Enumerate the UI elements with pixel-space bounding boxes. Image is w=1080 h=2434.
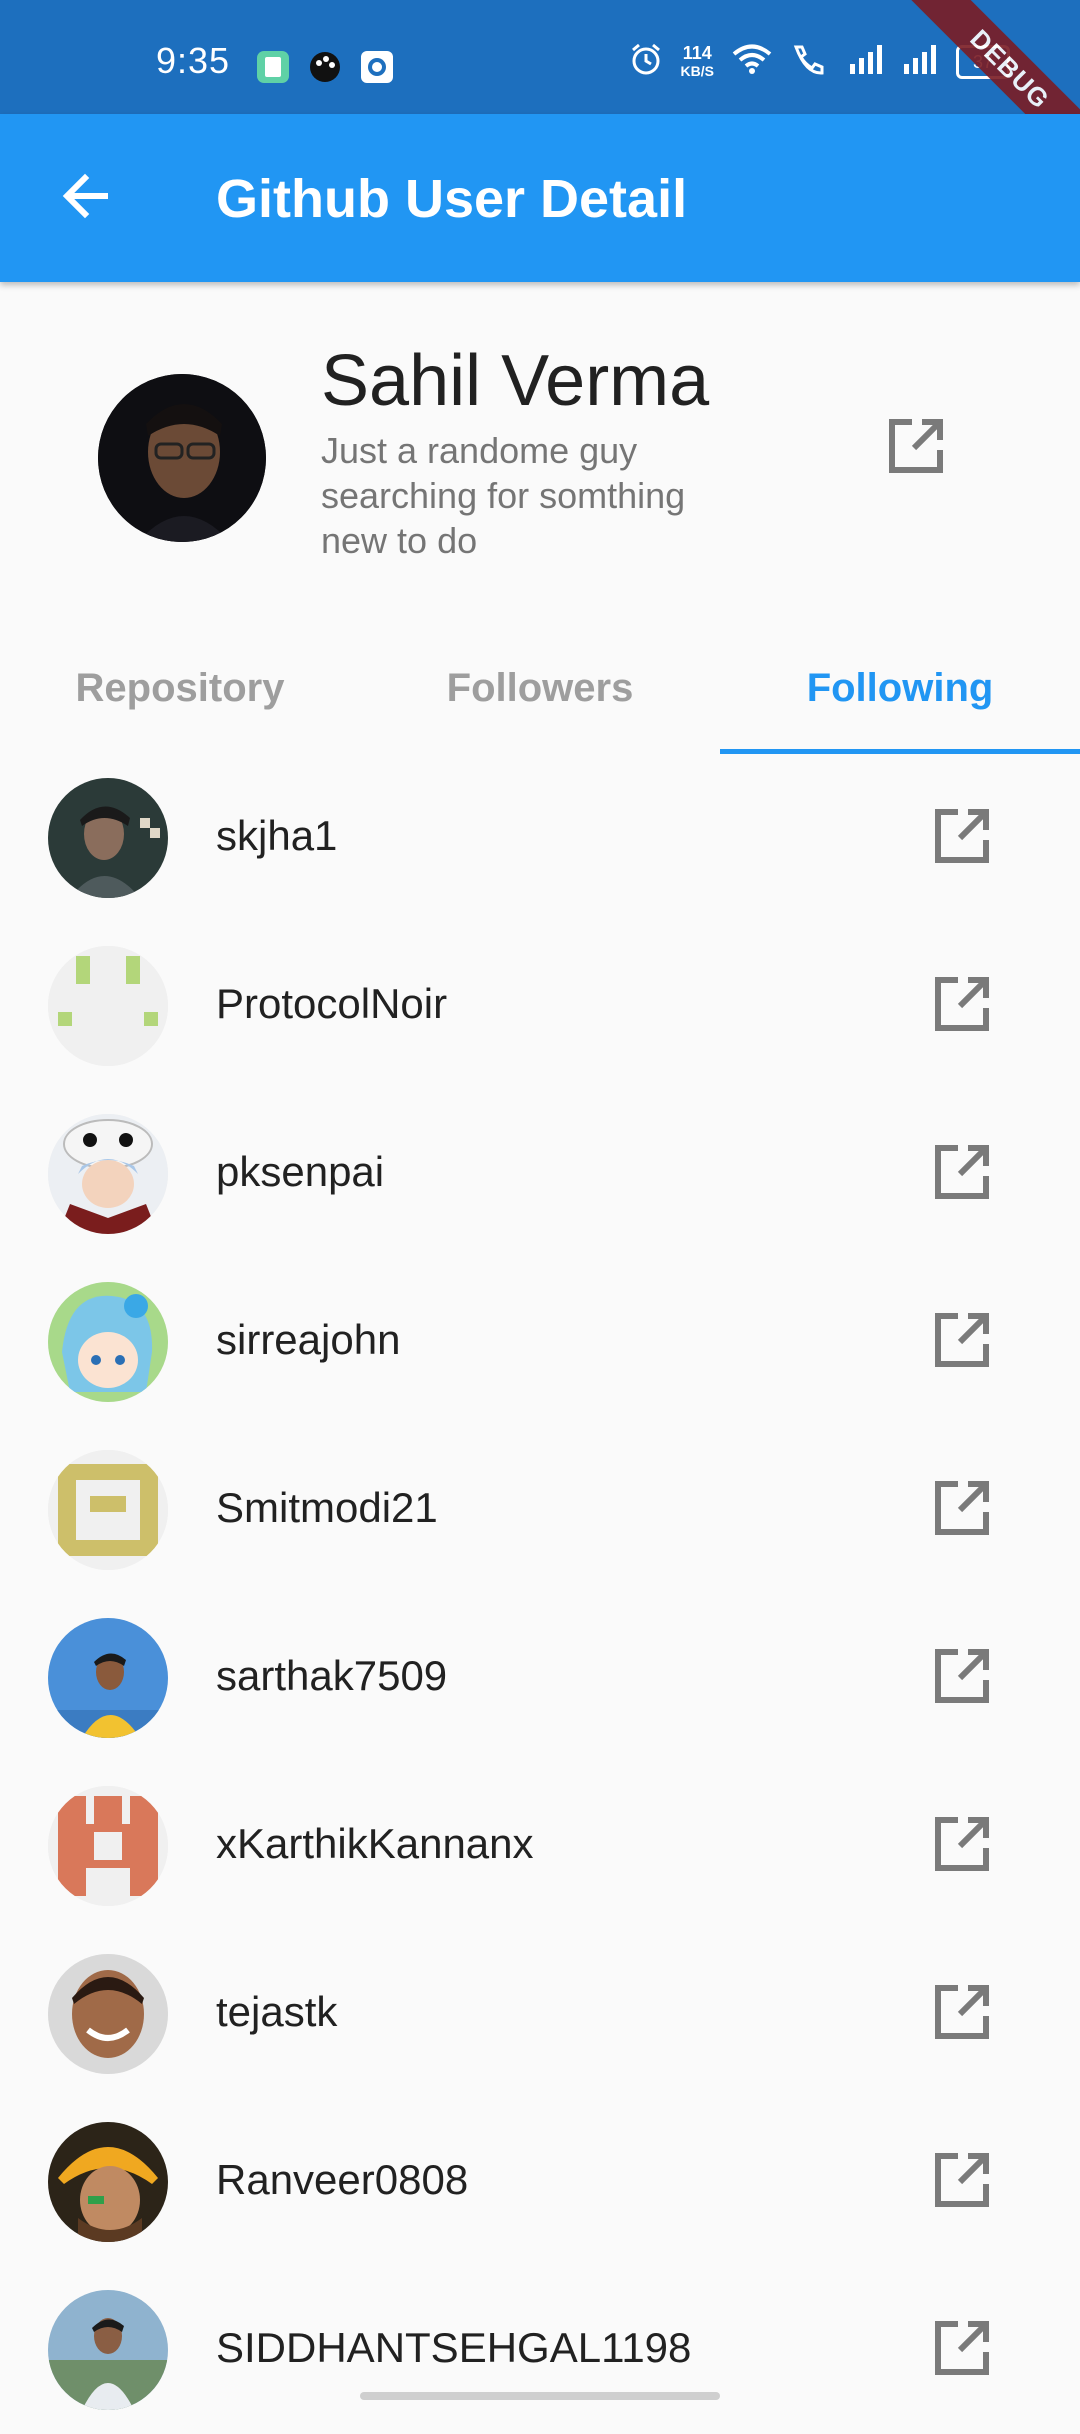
- tab-bar: Repository Followers Following: [0, 622, 1080, 754]
- open-in-new-icon: [932, 2150, 992, 2215]
- username: ProtocolNoir: [216, 980, 448, 1027]
- open-in-new-icon: [932, 1142, 992, 1207]
- avatar: [48, 1450, 168, 1570]
- profile-header: Sahil Verma Just a randome guy searching…: [0, 282, 1080, 602]
- list-item[interactable]: SIDDHANTSEHGAL1198: [0, 2266, 1080, 2434]
- username: pksenpai: [216, 1148, 385, 1195]
- open-profile-button[interactable]: [924, 1472, 1000, 1548]
- list-item[interactable]: Smitmodi21: [0, 1426, 1080, 1594]
- network-speed-unit: KB/S: [680, 62, 714, 79]
- username: sirreajohn: [216, 1316, 401, 1363]
- open-profile-button[interactable]: [924, 2144, 1000, 2220]
- profile-avatar: [98, 374, 266, 542]
- avatar: [48, 1954, 168, 2074]
- back-button[interactable]: [40, 158, 130, 238]
- avatar: [48, 946, 168, 1066]
- arrow-back-icon: [59, 170, 111, 227]
- open-in-new-icon: [932, 974, 992, 1039]
- call-signal-icon: [790, 43, 830, 80]
- open-profile-button[interactable]: [924, 2312, 1000, 2388]
- calculator-app-icon: [256, 50, 290, 84]
- list-item[interactable]: pksenpai: [0, 1090, 1080, 1258]
- open-in-new-icon: [932, 1646, 992, 1711]
- profile-bio: Just a randome guy searching for somthin…: [321, 430, 686, 561]
- open-profile-button[interactable]: [924, 800, 1000, 876]
- username: tejastk: [216, 1988, 338, 2035]
- alarm-icon: [629, 42, 663, 81]
- list-item[interactable]: sarthak7509: [0, 1594, 1080, 1762]
- tab-repository[interactable]: Repository: [0, 622, 360, 754]
- open-profile-button[interactable]: [924, 1136, 1000, 1212]
- list-item[interactable]: xKarthikKannanx: [0, 1762, 1080, 1930]
- open-profile-button[interactable]: [924, 1640, 1000, 1716]
- username: Smitmodi21: [216, 1484, 438, 1531]
- status-app-icons: [256, 50, 394, 84]
- page-title: Github User Detail: [216, 169, 688, 229]
- username: Ranveer0808: [216, 2156, 469, 2203]
- status-indicators: 114 KB/S 37: [629, 42, 1010, 81]
- avatar: [48, 1282, 168, 1402]
- status-time: 9:35: [156, 40, 231, 81]
- avatar: [48, 1786, 168, 1906]
- list-item[interactable]: ProtocolNoir: [0, 922, 1080, 1090]
- tab-following[interactable]: Following: [720, 622, 1080, 754]
- open-in-new-icon: [886, 416, 946, 481]
- network-speed-value: 114: [682, 42, 712, 63]
- open-in-new-icon: [932, 1310, 992, 1375]
- status-bar: 9:35 114 KB/S 37: [0, 0, 1080, 114]
- following-list: skjha1 ProtocolNoir pksenpai sirreajohn …: [0, 754, 1080, 2434]
- username: SIDDHANTSEHGAL1198: [216, 2324, 692, 2371]
- open-in-new-icon: [932, 2318, 992, 2383]
- list-item[interactable]: Ranveer0808: [0, 2098, 1080, 2266]
- list-item[interactable]: skjha1: [0, 754, 1080, 922]
- profile-name: Sahil Verma: [321, 341, 710, 421]
- list-item[interactable]: tejastk: [0, 1930, 1080, 2098]
- avatar: [48, 778, 168, 898]
- palette-app-icon: [308, 50, 342, 84]
- open-profile-button[interactable]: [924, 1808, 1000, 1884]
- profile-open-button[interactable]: [880, 412, 952, 484]
- signal-bars-icon-2: [902, 44, 938, 79]
- wifi-icon: [732, 43, 772, 80]
- avatar: [48, 2290, 168, 2410]
- camera-app-icon: [360, 50, 394, 84]
- home-indicator[interactable]: [360, 2392, 720, 2400]
- username: xKarthikKannanx: [216, 1820, 534, 1867]
- tab-followers[interactable]: Followers: [360, 622, 720, 754]
- username: sarthak7509: [216, 1652, 448, 1699]
- signal-bars-icon-1: [848, 44, 884, 79]
- list-item[interactable]: sirreajohn: [0, 1258, 1080, 1426]
- username: skjha1: [216, 812, 338, 859]
- avatar: [48, 2122, 168, 2242]
- network-speed: 114 KB/S: [681, 44, 714, 80]
- avatar: [48, 1114, 168, 1234]
- open-in-new-icon: [932, 806, 992, 871]
- open-profile-button[interactable]: [924, 1976, 1000, 2052]
- open-profile-button[interactable]: [924, 1304, 1000, 1380]
- avatar: [48, 1618, 168, 1738]
- open-in-new-icon: [932, 1814, 992, 1879]
- open-in-new-icon: [932, 1982, 992, 2047]
- open-in-new-icon: [932, 1478, 992, 1543]
- open-profile-button[interactable]: [924, 968, 1000, 1044]
- app-bar: Github User Detail: [0, 114, 1080, 282]
